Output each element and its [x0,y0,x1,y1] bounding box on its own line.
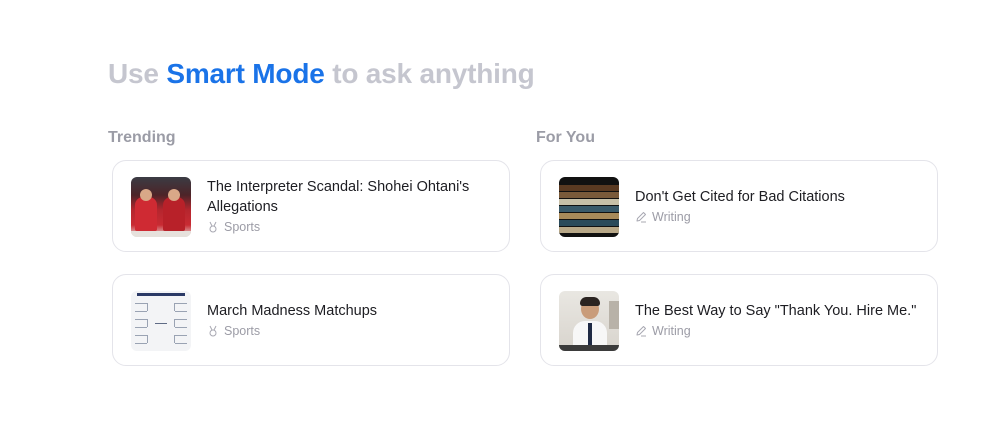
tag-label: Sports [224,220,261,234]
smart-mode-link[interactable]: Smart Mode [166,58,324,89]
card-title: The Best Way to Say "Thank You. Hire Me.… [635,303,917,319]
headline-suffix: to ask anything [332,58,535,89]
for-you-card-thank-you[interactable]: The Best Way to Say "Thank You. Hire Me.… [540,274,938,366]
tournament-bracket-thumbnail [131,291,191,351]
trending-section: Trending The Interpreter Scandal: Shohei… [108,128,510,366]
for-you-section: For You Don't Get Cited for Bad Citation… [536,128,938,366]
for-you-card-citations[interactable]: Don't Get Cited for Bad Citations Writin… [540,160,938,252]
medal-icon [209,221,217,233]
page-title: Use Smart Mode to ask anything [108,58,535,90]
tag-label: Writing [652,324,691,338]
card-title: March Madness Matchups [207,303,378,319]
card-tag: Writing [635,323,921,339]
trending-title: Trending [108,129,176,146]
medal-icon [209,325,217,337]
headline-prefix: Use [108,58,159,89]
card-title: Don't Get Cited for Bad Citations [635,189,845,205]
businessman-thumbnail [559,291,619,351]
smart-mode-panel: Use Smart Mode to ask anything Trending … [0,0,1000,424]
pencil-icon [636,326,646,337]
pencil-icon [636,212,646,223]
tag-label: Sports [224,324,261,338]
baseball-players-thumbnail [131,177,191,237]
card-tag: Writing [635,209,921,225]
for-you-title: For You [536,129,595,146]
stacked-books-thumbnail [559,177,619,237]
tag-label: Writing [652,210,691,224]
card-tag: Sports [207,323,493,339]
card-tag: Sports [207,219,493,235]
trending-card-ohtani[interactable]: The Interpreter Scandal: Shohei Ohtani's… [112,160,510,252]
card-title: The Interpreter Scandal: Shohei Ohtani's… [207,179,470,215]
trending-card-march-madness[interactable]: March Madness Matchups Sports [112,274,510,366]
